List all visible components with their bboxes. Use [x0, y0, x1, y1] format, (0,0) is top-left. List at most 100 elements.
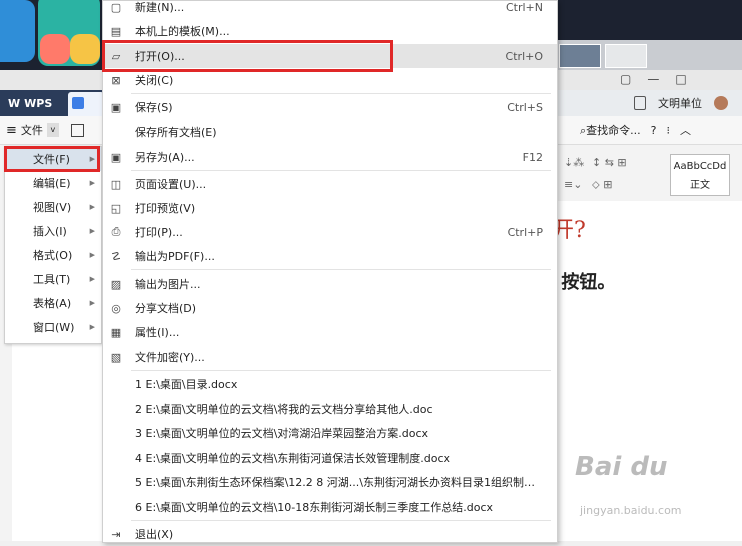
menu-item-label: 保存(S) — [135, 101, 173, 114]
find-command-label: 查找命令... — [586, 124, 641, 137]
menu-item-shortcut: Ctrl+P — [507, 225, 543, 239]
desktop-thumbnails — [555, 40, 742, 70]
menu-category-label: 工具(T) — [33, 273, 71, 286]
menu-category-label: 表格(A) — [33, 297, 72, 310]
window-mode-icon[interactable]: ▢ — [620, 72, 631, 86]
style-sample: AaBbCcDd — [673, 161, 727, 172]
menu-item-shortcut: Ctrl+O — [505, 49, 543, 63]
chevron-right-icon: ▶ — [89, 203, 95, 211]
menu-item-save-as[interactable]: ▣ 另存为(A)... F12 — [103, 145, 557, 169]
menu-separator — [131, 520, 551, 521]
recent-file-item[interactable]: 6 E:\桌面\文明单位的云文档\10-18东荆街河湖长制三季度工作总结.doc… — [103, 495, 557, 519]
menu-item-properties[interactable]: ▦ 属性(I)... — [103, 320, 557, 344]
watermark: Bai du — [575, 452, 668, 482]
menu-category-insert[interactable]: 插入(I) ▶ — [5, 219, 101, 243]
paragraph-tool-icon[interactable]: ↕ ⇆ ⊞ — [592, 156, 627, 169]
menu-category-tools[interactable]: 工具(T) ▶ — [5, 267, 101, 291]
thumbnail — [605, 44, 647, 68]
menu-item-label: 分享文档(D) — [135, 302, 197, 315]
desktop-app-icon — [40, 34, 70, 64]
menu-item-encrypt[interactable]: ▧ 文件加密(Y)... — [103, 345, 557, 369]
menu-item-shortcut: Ctrl+S — [507, 100, 543, 114]
collapse-ribbon-icon[interactable]: ︿ — [680, 122, 691, 138]
menu-item-export-pdf[interactable]: ☡ 输出为PDF(F)... — [103, 244, 557, 268]
print-icon: ⎙ — [111, 225, 121, 238]
document-tab[interactable] — [68, 92, 104, 116]
menu-category-label: 编辑(E) — [33, 177, 71, 190]
highlight-file-category — [4, 146, 100, 172]
save-icon: ▣ — [110, 100, 122, 114]
menu-category-label: 窗口(W) — [33, 321, 75, 334]
menu-item-label: 打印预览(V) — [135, 202, 196, 215]
recent-file-item[interactable]: 5 E:\桌面\东荆街生态环保档案\12.2 8 河湖...\东荆街河湖长办资料… — [103, 470, 557, 494]
menu-item-label: 页面设置(U)... — [135, 178, 207, 191]
recent-file-path: 5 E:\桌面\东荆街生态环保档案\12.2 8 河湖...\东荆街河湖长办资料… — [135, 476, 545, 489]
menu-category-format[interactable]: 格式(O) ▶ — [5, 243, 101, 267]
menu-category-window[interactable]: 窗口(W) ▶ — [5, 315, 101, 339]
menu-item-exit[interactable]: ⇥ 退出(X) — [103, 522, 557, 546]
print-preview-icon: ◱ — [110, 201, 122, 215]
image-export-icon: ▨ — [110, 277, 122, 291]
desktop-app-icon — [70, 34, 100, 64]
font-tool-icon[interactable]: ≡⌄ — [564, 178, 582, 191]
menu-item-label: 输出为图片... — [135, 278, 201, 291]
recent-file-item[interactable]: 2 E:\桌面\文明单位的云文档\将我的云文档分享给其他人.doc — [103, 397, 557, 421]
menu-category-edit[interactable]: 编辑(E) ▶ — [5, 171, 101, 195]
highlight-open-item — [102, 40, 393, 72]
properties-icon: ▦ — [110, 325, 122, 339]
document-page — [556, 201, 742, 541]
file-menu-label: 文件 — [20, 124, 43, 137]
menu-item-print-preview[interactable]: ◱ 打印预览(V) — [103, 196, 557, 220]
more-icon[interactable]: ⁝ — [667, 124, 671, 137]
menu-item-label: 关闭(C) — [135, 74, 174, 87]
style-normal[interactable]: AaBbCcDd 正文 — [670, 154, 730, 196]
recent-file-path: 2 E:\桌面\文明单位的云文档\将我的云文档分享给其他人.doc — [135, 403, 433, 416]
share-icon: ◎ — [111, 301, 121, 315]
menu-item-label: 新建(N)... — [135, 1, 185, 14]
menu-item-save[interactable]: ▣ 保存(S) Ctrl+S — [103, 95, 557, 119]
minimize-button[interactable]: — — [647, 72, 659, 86]
maximize-button[interactable]: □ — [675, 72, 686, 86]
menu-category-table[interactable]: 表格(A) ▶ — [5, 291, 101, 315]
tablet-mode-icon[interactable] — [634, 96, 646, 110]
menu-separator — [131, 370, 551, 371]
font-tool-icon[interactable]: ⇣⁂ — [564, 156, 584, 169]
pdf-icon: ☡ — [111, 249, 121, 263]
menu-separator — [131, 269, 551, 270]
user-name[interactable]: 文明单位 — [658, 95, 702, 111]
menu-item-shortcut: Ctrl+N — [505, 0, 543, 14]
encrypt-icon: ▧ — [110, 350, 122, 364]
menu-item-label: 输出为PDF(F)... — [135, 250, 215, 263]
recent-file-path: 1 E:\桌面\目录.docx — [135, 378, 238, 391]
recent-file-item[interactable]: 1 E:\桌面\目录.docx — [103, 372, 557, 396]
menu-item-export-image[interactable]: ▨ 输出为图片... — [103, 272, 557, 296]
menu-category-label: 插入(I) — [33, 225, 67, 238]
chevron-right-icon: ▶ — [89, 179, 95, 187]
shading-tool-icon[interactable]: ⬦ ⊞ — [592, 178, 612, 192]
search-command[interactable]: ⌕查找命令... — [580, 122, 641, 138]
recent-file-path: 6 E:\桌面\文明单位的云文档\10-18东荆街河湖长制三季度工作总结.doc… — [135, 501, 493, 514]
menu-item-new[interactable]: ▢ 新建(N)... Ctrl+N — [103, 0, 557, 19]
menu-item-share[interactable]: ◎ 分享文档(D) — [103, 296, 557, 320]
chevron-right-icon: ▶ — [89, 227, 95, 235]
style-name: 正文 — [690, 180, 710, 191]
avatar[interactable] — [714, 96, 728, 110]
chevron-right-icon: ▶ — [89, 299, 95, 307]
menu-item-page-setup[interactable]: ◫ 页面设置(U)... — [103, 172, 557, 196]
wps-home-tab[interactable]: W WPS — [0, 90, 64, 116]
chevron-down-icon[interactable]: v — [46, 123, 59, 137]
exit-icon: ⇥ — [111, 527, 121, 541]
recent-file-path: 4 E:\桌面\文明单位的云文档\东荆街河道保洁长效管理制度.docx — [135, 452, 451, 465]
save-toolbar-icon[interactable] — [70, 123, 84, 137]
recent-file-item[interactable]: 4 E:\桌面\文明单位的云文档\东荆街河道保洁长效管理制度.docx — [103, 446, 557, 470]
app-name: WPS — [24, 96, 53, 110]
menu-category-view[interactable]: 视图(V) ▶ — [5, 195, 101, 219]
menu-item-label: 保存所有文档(E) — [135, 126, 217, 139]
menu-item-label: 本机上的模板(M)... — [135, 25, 230, 38]
file-menu-button[interactable]: ≡ 文件 v — [6, 120, 84, 140]
menu-item-print[interactable]: ⎙ 打印(P)... Ctrl+P — [103, 220, 557, 244]
recent-file-item[interactable]: 3 E:\桌面\文明单位的云文档\对湾湖沿岸菜园整治方案.docx — [103, 421, 557, 445]
menu-item-save-all[interactable]: 保存所有文档(E) — [103, 120, 557, 144]
help-button[interactable]: ? — [651, 124, 657, 137]
menu-item-label: 属性(I)... — [135, 326, 180, 339]
